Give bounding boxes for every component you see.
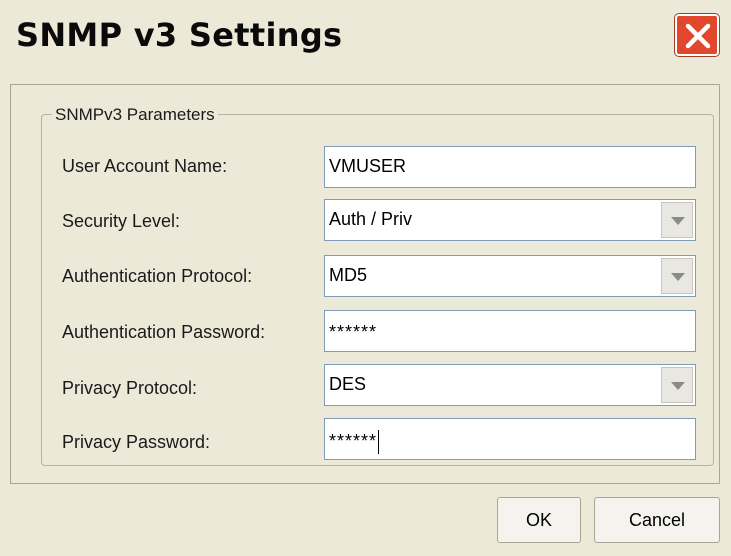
privacy-password-value: ****** (329, 430, 380, 454)
authentication-password-input[interactable]: ****** (324, 310, 696, 352)
security-level-dropdown-button[interactable] (661, 202, 693, 238)
authentication-protocol-dropdown-button[interactable] (661, 258, 693, 294)
ok-button[interactable]: OK (497, 497, 581, 543)
group-label: SNMPv3 Parameters (52, 105, 218, 125)
title-bar[interactable]: SNMP v3 Settings (0, 0, 731, 82)
privacy-protocol-value: DES (329, 374, 367, 394)
security-level-label: Security Level: (62, 211, 181, 231)
privacy-password-text: ****** (329, 430, 378, 451)
security-level-value: Auth / Priv (329, 209, 413, 229)
user-account-name-input[interactable]: VMUSER (324, 146, 696, 188)
user-account-name-value: VMUSER (329, 156, 407, 176)
chevron-down-icon (671, 217, 685, 225)
cancel-button[interactable]: Cancel (594, 497, 720, 543)
privacy-protocol-label: Privacy Protocol: (62, 378, 198, 398)
snmp-v3-settings-dialog: SNMP v3 Settings SNMPv3 Parameters User … (0, 0, 731, 556)
chevron-down-icon (671, 273, 685, 281)
privacy-protocol-select[interactable]: DES (324, 364, 696, 406)
security-level-select[interactable]: Auth / Priv (324, 199, 696, 241)
window-title: SNMP v3 Settings (16, 16, 343, 54)
authentication-protocol-select[interactable]: MD5 (324, 255, 696, 297)
text-caret (378, 430, 380, 454)
privacy-password-input[interactable]: ****** (324, 418, 696, 460)
privacy-password-label: Privacy Password: (62, 432, 211, 452)
user-account-name-label: User Account Name: (62, 156, 228, 176)
authentication-password-value: ****** (329, 322, 378, 342)
authentication-password-label: Authentication Password: (62, 322, 266, 342)
close-button[interactable] (675, 14, 719, 56)
authentication-protocol-label: Authentication Protocol: (62, 266, 253, 286)
chevron-down-icon (671, 382, 685, 390)
privacy-protocol-dropdown-button[interactable] (661, 367, 693, 403)
close-icon (685, 23, 711, 49)
authentication-protocol-value: MD5 (329, 265, 368, 285)
